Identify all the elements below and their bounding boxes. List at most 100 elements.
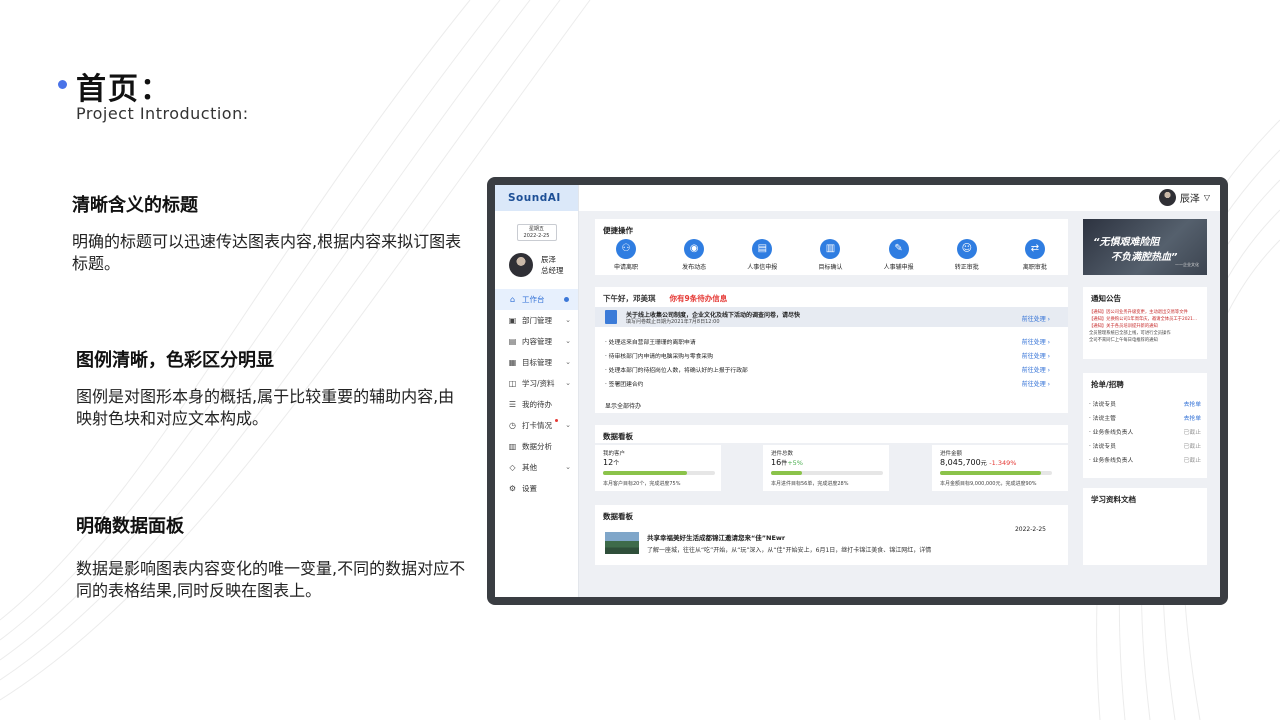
grab-row: · 法说专员 已截止	[1089, 441, 1201, 450]
checkin-icon: ◷	[509, 421, 516, 430]
quick-action-label: 转正审批	[954, 264, 979, 271]
grab-action-link[interactable]: 去抢单	[1184, 399, 1201, 408]
quick-action-goal-confirm[interactable]: ▥ 目标确认	[807, 239, 853, 271]
post-icon: ◉	[684, 239, 705, 259]
go-handle-link[interactable]: 前往处理 ›	[1022, 365, 1050, 374]
card-title: 数据看板	[603, 432, 633, 441]
grab-row: · 业务条线负责人 已截止	[1089, 427, 1201, 436]
card-title: 抢单/招聘	[1091, 380, 1124, 389]
title-bullet-dot	[58, 80, 67, 89]
stat-amount: 进件金额 8,045,700元 -1.349% 本月金额目标9,000,000元…	[932, 445, 1068, 491]
news-date: 2022-2-25	[1014, 526, 1046, 533]
sidebar-item-label: 目标管理	[522, 358, 552, 367]
stat-progress-fill	[940, 471, 1041, 475]
stat-unit: 个	[613, 460, 620, 467]
notice-item[interactable]: 全员管理系统已全部上线，可进行全员操作	[1089, 330, 1171, 336]
resign-icon: ⚇	[616, 239, 636, 259]
go-handle-link[interactable]: 前往处理 ›	[1022, 337, 1050, 346]
stat-submissions: 进件总数 16件+5% 本月进件目标56单，完成进度28%	[763, 445, 889, 491]
quick-action-label: 发布动态	[682, 264, 707, 271]
show-all-todo-link[interactable]: 显示全部待办	[605, 401, 641, 410]
resign-approve-icon: ⇄	[1024, 239, 1045, 259]
section-heading: 图例清晰，色彩区分明显	[76, 350, 274, 371]
banner-small: ——企业文化	[1175, 262, 1199, 267]
quick-action-resign-approve[interactable]: ⇄ 离职审批	[1012, 239, 1058, 271]
chevron-down-icon: ⌄	[565, 358, 571, 366]
stat-value: 12	[603, 458, 614, 467]
sidebar-item-analytics[interactable]: ▥ 数据分析	[495, 436, 578, 457]
stat-delta: -1.349%	[989, 459, 1017, 467]
news-headline[interactable]: 共享幸福美好生活成都锦江邀请您来“佳”NEwr	[647, 532, 785, 542]
news-card[interactable]: 数据看板 2022-2-25 共享幸福美好生活成都锦江邀请您来“佳”NEwr 了…	[595, 505, 1068, 565]
todo-item: · 处理运来自营部王珊珊的离职申请	[605, 340, 696, 346]
chevron-down-icon: ⌄	[565, 337, 571, 345]
sidebar-item-other[interactable]: ◇ 其他 ⌄	[495, 457, 578, 478]
grab-status: 已截止	[1183, 430, 1201, 436]
quick-action-hr-report[interactable]: ▤ 人事信申报	[739, 239, 785, 271]
go-handle-link[interactable]: 前往处理 ›	[1022, 351, 1050, 360]
document-icon	[605, 310, 617, 324]
topbar-user-name: 辰泽	[1179, 194, 1200, 205]
notice-item[interactable]: 全司不来同仁上午每日电推荐的通知	[1089, 337, 1158, 343]
grab-row: · 法说主管 去抢单	[1089, 413, 1201, 422]
chevron-down-icon: ⌄	[565, 463, 571, 471]
section-body: 图例是对图形本身的概括,属于比较重要的辅助内容,由映射色块和对应文本构成。	[76, 387, 455, 428]
stat-value: 16	[771, 458, 782, 467]
grab-status: 已截止	[1183, 444, 1201, 450]
news-text: 了解一座城，往往从“吃”开始，从“玩”深入，从“佳”开始安上，6月1日，继打卡锦…	[647, 547, 932, 554]
quick-action-label: 申请离职	[613, 264, 638, 271]
hr-report-icon: ▤	[752, 239, 773, 259]
culture-banner: “无惧艰难险阻 不负满腔热血” ——企业文化	[1083, 219, 1207, 275]
notice-item[interactable]: 【通知】关于各员培训提升新的通知	[1089, 323, 1158, 329]
sidebar-item-content[interactable]: ▤ 内容管理 ⌄	[495, 331, 578, 352]
study-docs-card[interactable]: 学习资料文档	[1083, 488, 1207, 565]
sidebar-user[interactable]: 辰泽 总经理	[509, 253, 578, 277]
topbar-user-menu[interactable]: 辰泽 ▽	[1158, 189, 1210, 206]
department-icon: ▣	[508, 316, 517, 325]
data-board-card: 数据看板 我的客户 12个 本月客户目标20个，完成进度75% 进件总数 16件…	[595, 425, 1068, 493]
stat-footnote: 本月客户目标20个，完成进度75%	[603, 481, 681, 487]
grab-action-link[interactable]: 去抢单	[1184, 413, 1201, 422]
sidebar-item-todo[interactable]: ☰ 我的待办	[495, 394, 578, 415]
quick-action-post[interactable]: ◉ 发布动态	[671, 239, 717, 271]
grab-label: · 业务条线负责人	[1089, 430, 1134, 436]
stat-progress-fill	[771, 471, 803, 475]
section-body: 明确的标题可以迅速传达图表内容,根据内容来拟订图表标题。	[72, 232, 462, 273]
sidebar-item-settings[interactable]: ⚙ 设置	[495, 478, 578, 499]
card-title: 数据看板	[603, 512, 633, 521]
todo-item: · 处理本部门的待招岗位人数，将确认好的上报于行政部	[605, 368, 748, 374]
quick-action-regularize[interactable]: ☺ 转正审批	[944, 239, 990, 271]
todo-item: · 待审核部门内申请的电脑采购与零食采购	[605, 354, 714, 360]
grab-status: 已截止	[1183, 458, 1201, 464]
hr-aux-icon: ✎	[888, 239, 909, 259]
go-handle-link[interactable]: 前往处理 ›	[1022, 379, 1050, 388]
sidebar-item-department[interactable]: ▣ 部门管理 ⌄	[495, 310, 578, 331]
section-clear-legend: 图例清晰，色彩区分明显 图例是对图形本身的概括,属于比较重要的辅助内容,由映射色…	[76, 346, 466, 430]
grab-row: · 业务条线负责人 已截止	[1089, 455, 1201, 464]
sidebar-item-label: 打卡情况	[522, 421, 552, 430]
sidebar-item-target[interactable]: ▦ 目标管理 ⌄	[495, 352, 578, 373]
app-logo[interactable]: SoundAI	[495, 185, 578, 211]
todo-highlight-row[interactable]: 关于线上收集公司制度，企业文化及线下活动的调查问卷，请尽快 填写问卷截止日期为2…	[595, 307, 1068, 327]
grab-label: · 法说专员	[1089, 402, 1116, 408]
sidebar-item-workbench[interactable]: ⌂ 工作台	[495, 289, 578, 310]
home-icon: ⌂	[509, 295, 516, 304]
sidebar-nav: ⌂ 工作台 ▣ 部门管理 ⌄ ▤ 内容管理 ⌄ ▦ 目标管理 ⌄ ◫ 学习/资料 ⌄ ☰ 我的待办 …	[495, 289, 578, 499]
quick-action-hr-aux[interactable]: ✎ 人事辅申报	[876, 239, 922, 271]
stat-progress-bar	[940, 471, 1052, 475]
avatar	[1158, 189, 1176, 206]
sidebar-item-label: 内容管理	[522, 337, 552, 346]
analytics-icon: ▥	[508, 442, 517, 451]
quick-actions-card: 便捷操作 ⚇ 申请离职 ◉ 发布动态 ▤ 人事信申报 ▥ 目标确认 ✎ 人事辅申报 ☺ 转正…	[595, 219, 1068, 275]
go-handle-link[interactable]: 前往处理 ›	[1022, 314, 1050, 323]
sidebar-item-study[interactable]: ◫ 学习/资料 ⌄	[495, 373, 578, 394]
caret-down-icon: ▽	[1203, 193, 1210, 202]
user-name: 辰泽	[541, 255, 556, 264]
notice-item[interactable]: 【通知】因公司业务升级变更，主动退出交易等文件	[1089, 309, 1188, 315]
app-screen: SoundAI 星期五 2022-2-25 辰泽 总经理 ⌂ 工作台 ▣ 部门管理 ⌄…	[495, 185, 1220, 597]
quick-action-resign[interactable]: ⚇ 申请离职	[603, 239, 649, 271]
sidebar-item-checkin[interactable]: ◷ 打卡情况 ⌄	[495, 415, 578, 436]
stat-label: 进件总数	[771, 451, 794, 457]
sidebar-item-label: 工作台	[522, 295, 545, 304]
notice-item[interactable]: 【通知】兑换购公司1年周年庆，邀请全体员工于2021...	[1089, 316, 1197, 322]
